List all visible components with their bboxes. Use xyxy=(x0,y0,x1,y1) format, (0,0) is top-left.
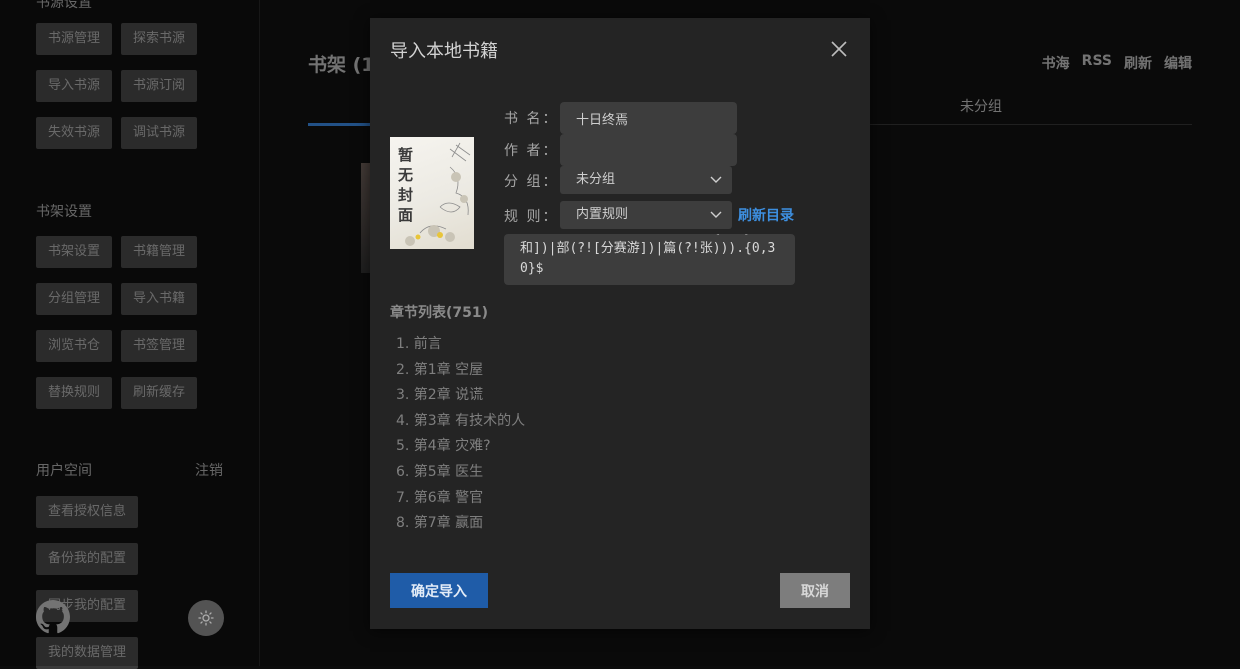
author-input[interactable] xyxy=(560,134,737,166)
refresh-toc-link[interactable]: 刷新目录 xyxy=(738,205,794,225)
book-name-input[interactable] xyxy=(560,102,737,134)
rule-select-value: 内置规则 xyxy=(576,207,629,222)
chapter-item: 1. 前言 xyxy=(396,336,442,352)
dialog-title: 导入本地书籍 xyxy=(390,41,498,62)
chapter-item: 2. 第1章 空屋 xyxy=(396,361,484,378)
rule-text: ^[第卷]?[\d一二三四五六七八九十零〇百千两]+[章节回集卷部篇张](?!.… xyxy=(520,234,776,276)
chapter-list: 1. 前言 2. 第1章 空屋 3. 第2章 说谎 4. 第3章 有技术的人 5… xyxy=(396,332,525,537)
rule-label: 规 则： xyxy=(504,209,559,225)
group-label: 分 组： xyxy=(504,174,559,190)
cancel-button[interactable]: 取消 xyxy=(780,573,850,608)
chevron-down-icon xyxy=(710,211,722,218)
book-cover: 暂无封面 xyxy=(390,137,474,249)
chevron-down-icon xyxy=(710,176,722,183)
chapter-item: 3. 第2章 说谎 xyxy=(396,387,484,404)
chapter-item: 8. 第7章 赢面 xyxy=(396,515,484,532)
chapter-list-title: 章节列表(751) xyxy=(390,305,489,321)
confirm-import-button[interactable]: 确定导入 xyxy=(390,573,488,608)
cover-flower-art xyxy=(405,142,471,246)
rule-select[interactable]: 内置规则 xyxy=(560,201,732,229)
group-select[interactable]: 未分组 xyxy=(560,166,732,194)
group-select-value: 未分组 xyxy=(576,172,616,187)
author-label: 作 者： xyxy=(504,143,559,159)
chapter-item: 5. 第4章 灾难? xyxy=(396,438,491,455)
chapter-item: 6. 第5章 医生 xyxy=(396,463,484,480)
import-book-dialog: 导入本地书籍 暂无封面 书 名： 作 者： 分 组： 未分组 xyxy=(370,18,870,629)
book-name-label: 书 名： xyxy=(504,111,559,127)
rule-textarea[interactable]: ^[第卷]?[\d一二三四五六七八九十零〇百千两]+[章节回集卷部篇张](?!.… xyxy=(504,234,795,285)
close-icon[interactable] xyxy=(828,38,850,60)
chapter-item: 7. 第6章 警官 xyxy=(396,489,484,506)
chapter-item: 4. 第3章 有技术的人 xyxy=(396,412,526,429)
